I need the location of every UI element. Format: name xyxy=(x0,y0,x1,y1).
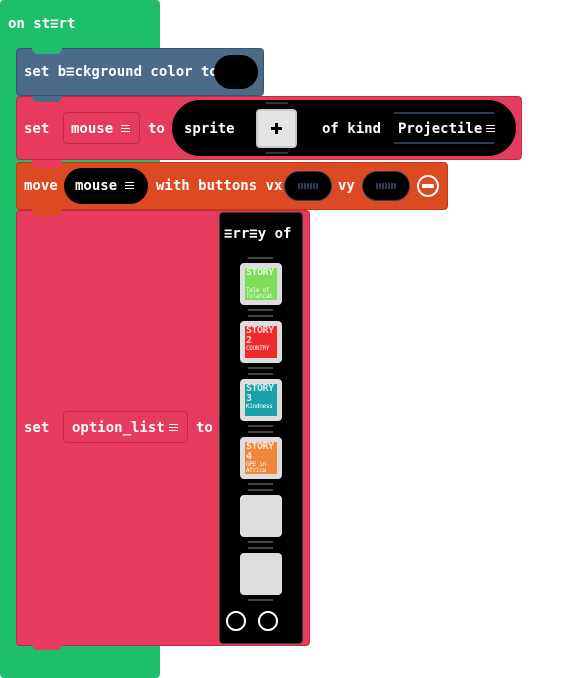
color-value-slot[interactable] xyxy=(214,55,258,89)
slot-separator xyxy=(248,547,273,549)
reporter-notch xyxy=(266,152,288,154)
slot-separator xyxy=(248,483,273,485)
story-3-subtitle: Kindness xyxy=(246,403,273,410)
story-2-thumbnail: STORY 2 COUNTRY xyxy=(245,326,277,358)
story-1-subtitle: Tale of Tolatcah xyxy=(246,287,273,300)
story-1-thumbnail: STORY Tale of Tolatcah xyxy=(245,268,277,300)
of-kind-keyword: of kind xyxy=(322,121,382,137)
story-2-image[interactable]: STORY 2 COUNTRY xyxy=(240,321,282,363)
block-notch xyxy=(32,210,62,216)
with-buttons-vx-keyword: with buttons vx xyxy=(156,178,283,194)
story-4-thumbnail: STORY 4 GPE in Africa xyxy=(245,442,277,474)
add-item-circle-button[interactable] xyxy=(258,611,278,631)
remove-item-circle-button[interactable] xyxy=(226,611,246,631)
block-notch xyxy=(32,48,62,54)
block-notch xyxy=(32,96,62,102)
story-4-image[interactable]: STORY 4 GPE in Africa xyxy=(240,437,282,479)
slot-separator xyxy=(248,489,273,491)
dropdown-menu-icon xyxy=(125,182,134,189)
reporter-notch xyxy=(266,102,288,104)
set-keyword: set xyxy=(24,121,50,137)
array-of-label: ≡rr≡y of xyxy=(224,226,292,242)
sprite-keyword: sprite xyxy=(184,121,235,137)
dropdown-menu-icon xyxy=(169,424,178,431)
to-keyword: to xyxy=(196,420,213,436)
slot-separator xyxy=(248,599,273,601)
story-1-image[interactable]: STORY Tale of Tolatcah xyxy=(240,263,282,305)
dropdown-menu-icon xyxy=(486,125,495,132)
story-3-thumbnail: STORY 3 Kindness xyxy=(245,384,277,416)
set-keyword: set xyxy=(24,420,50,436)
slot-separator xyxy=(248,309,273,311)
story-3-title: STORY 3 xyxy=(246,384,274,404)
on-start-label: on st≡rt xyxy=(8,16,76,32)
option-list-variable-label: option_list xyxy=(72,420,165,436)
story-4-title: STORY 4 xyxy=(246,442,274,462)
slot-separator xyxy=(248,367,273,369)
story-3-image[interactable]: STORY 3 Kindness xyxy=(240,379,282,421)
mouse-sprite-label: mouse xyxy=(75,178,118,194)
slot-separator xyxy=(248,425,273,427)
empty-image-slot[interactable] xyxy=(240,553,282,595)
empty-image-slot[interactable] xyxy=(240,495,282,537)
slot-separator xyxy=(248,315,273,317)
story-2-subtitle: COUNTRY xyxy=(246,345,270,352)
story-2-title: STORY 2 xyxy=(246,326,274,346)
move-keyword: move xyxy=(24,178,58,194)
block-notch xyxy=(32,644,62,650)
slot-separator xyxy=(248,257,273,259)
slot-separator xyxy=(248,541,273,543)
set-background-color-label: set b≡ckground color to xyxy=(24,64,218,80)
vy-keyword: vy xyxy=(338,178,355,194)
story-4-subtitle: GPE in Africa xyxy=(246,461,266,474)
slot-separator xyxy=(248,431,273,433)
vy-number-input[interactable] xyxy=(362,171,410,201)
story-1-title: STORY xyxy=(246,268,274,278)
dropdown-menu-icon xyxy=(121,125,130,132)
mouse-variable-label: mouse xyxy=(71,121,114,137)
plus-icon-vertical xyxy=(275,123,278,134)
block-notch xyxy=(32,162,62,168)
minus-icon xyxy=(422,184,434,188)
slot-separator xyxy=(248,373,273,375)
vx-number-input[interactable] xyxy=(284,171,332,201)
kind-label: Projectile xyxy=(398,121,483,137)
to-keyword: to xyxy=(148,121,165,137)
